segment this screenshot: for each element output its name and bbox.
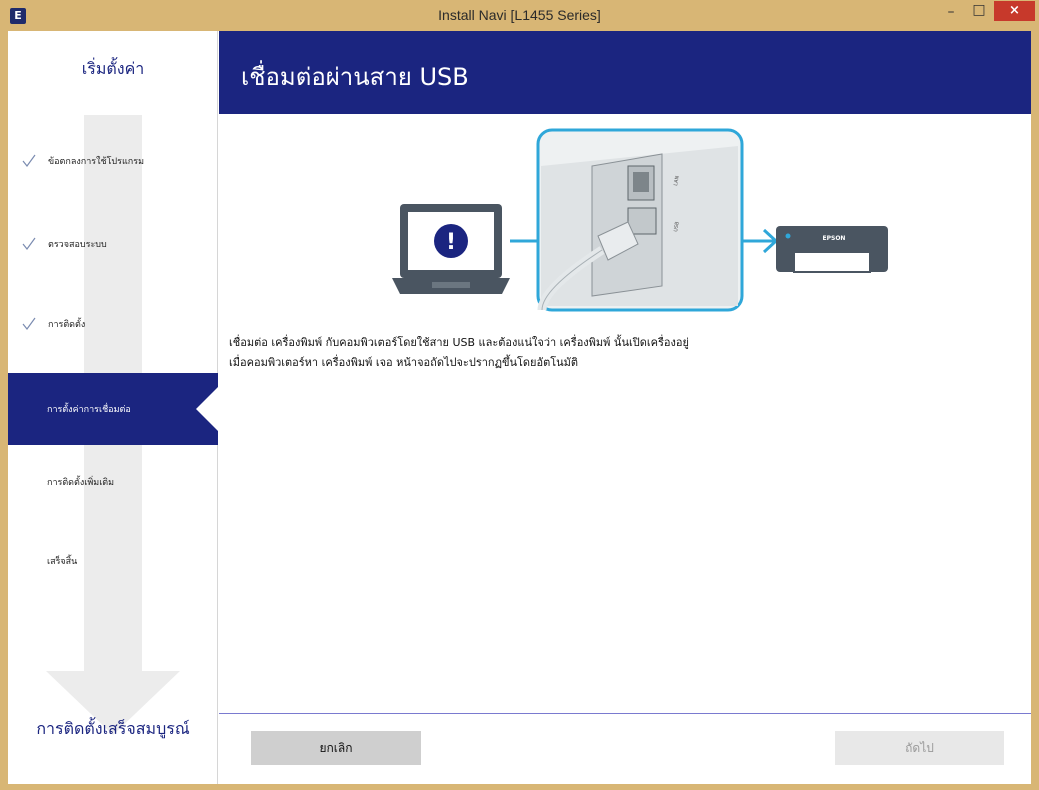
svg-text:EPSON: EPSON [823,235,846,242]
usb-connection-illustration: ! LAN USB EPSON [392,128,888,312]
footer-divider [219,713,1031,714]
instructions: เชื่อมต่อ เครื่องพิมพ์ กับคอมพิวเตอร์โดย… [229,333,689,373]
close-button[interactable]: × [994,1,1035,21]
step-label: การติดตั้งเพิ่มเติม [47,478,115,488]
instruction-line-1: เชื่อมต่อ เครื่องพิมพ์ กับคอมพิวเตอร์โดย… [229,336,689,349]
cancel-button[interactable]: ยกเลิก [251,731,421,765]
step-label: ข้อตกลงการใช้โปรแกรม [48,157,144,167]
window-client: เริ่มตั้งค่า ข้อตกลงการใช้โปรแกรม ตรวจสอ… [8,31,1031,784]
printer-icon: EPSON [776,226,888,273]
steps-sidebar: เริ่มตั้งค่า ข้อตกลงการใช้โปรแกรม ตรวจสอ… [8,31,218,784]
next-button[interactable]: ถัดไป [835,731,1004,765]
step-label: การติดตั้ง [48,320,86,330]
active-step-notch [196,387,218,431]
instruction-line-2: เมื่อคอมพิวเตอร์หา เครื่องพิมพ์ เจอ หน้า… [229,356,579,369]
step-label: เสร็จสิ้น [47,557,78,567]
usb-port-closeup: LAN USB [536,128,744,312]
page-title: เชื่อมต่อผ่านสาย USB [241,63,469,91]
maximize-button[interactable]: □ [966,2,992,24]
svg-text:!: ! [446,230,456,255]
check-icon [22,237,36,250]
check-icon [22,317,36,330]
sidebar-footer: การติดตั้งเสร็จสมบูรณ์ [36,719,190,738]
title-bar[interactable]: E Install Navi [L1455 Series] – □ × [0,0,1039,30]
step-connection-setup: การตั้งค่าการเชื่อมต่อ [8,373,218,445]
step-label: การตั้งค่าการเชื่อมต่อ [47,405,131,415]
minimize-button[interactable]: – [938,4,964,26]
check-icon [22,154,36,167]
connector-arrow-right [742,228,779,254]
step-label: ตรวจสอบระบบ [48,240,107,250]
window-title: Install Navi [L1455 Series] [438,7,601,23]
installer-window: E Install Navi [L1455 Series] – □ × เริ่… [0,0,1039,790]
alert-icon: ! [434,224,468,258]
sidebar-header: เริ่มตั้งค่า [81,59,145,78]
page-header: เชื่อมต่อผ่านสาย USB [219,31,1031,114]
